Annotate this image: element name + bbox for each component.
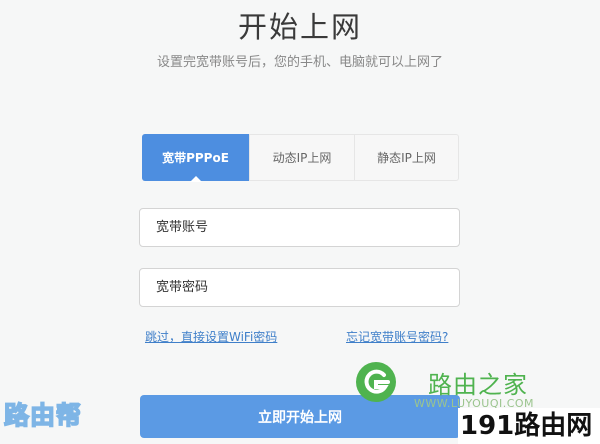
- start-internet-button[interactable]: 立即开始上网: [140, 395, 460, 438]
- watermark-brand: 路由之家: [428, 371, 528, 399]
- connection-type-tabs: 宽带PPPoE 动态IP上网 静态IP上网: [142, 134, 459, 182]
- forgot-account-link[interactable]: 忘记宽带账号密码?: [346, 328, 448, 345]
- watermark-luyoubang: 路由帮: [3, 400, 83, 431]
- tab-pppoe[interactable]: 宽带PPPoE: [142, 134, 249, 182]
- broadband-account-input[interactable]: [139, 208, 460, 247]
- page-subtitle: 设置完宽带账号后，您的手机、电脑就可以上网了: [156, 55, 443, 70]
- tab-dynamic-ip[interactable]: 动态IP上网: [249, 135, 354, 180]
- skip-to-wifi-link[interactable]: 跳过，直接设置WiFi密码: [145, 328, 277, 345]
- luyouzhijia-logo-icon: [356, 362, 396, 402]
- tab-static-ip[interactable]: 静态IP上网: [354, 135, 458, 180]
- router-setup-page: 开始上网 设置完宽带账号后，您的手机、电脑就可以上网了 宽带PPPoE 动态IP…: [0, 0, 600, 444]
- watermark-191: 191路由网: [458, 408, 600, 444]
- broadband-password-input[interactable]: [139, 268, 460, 307]
- page-title: 开始上网: [237, 10, 362, 44]
